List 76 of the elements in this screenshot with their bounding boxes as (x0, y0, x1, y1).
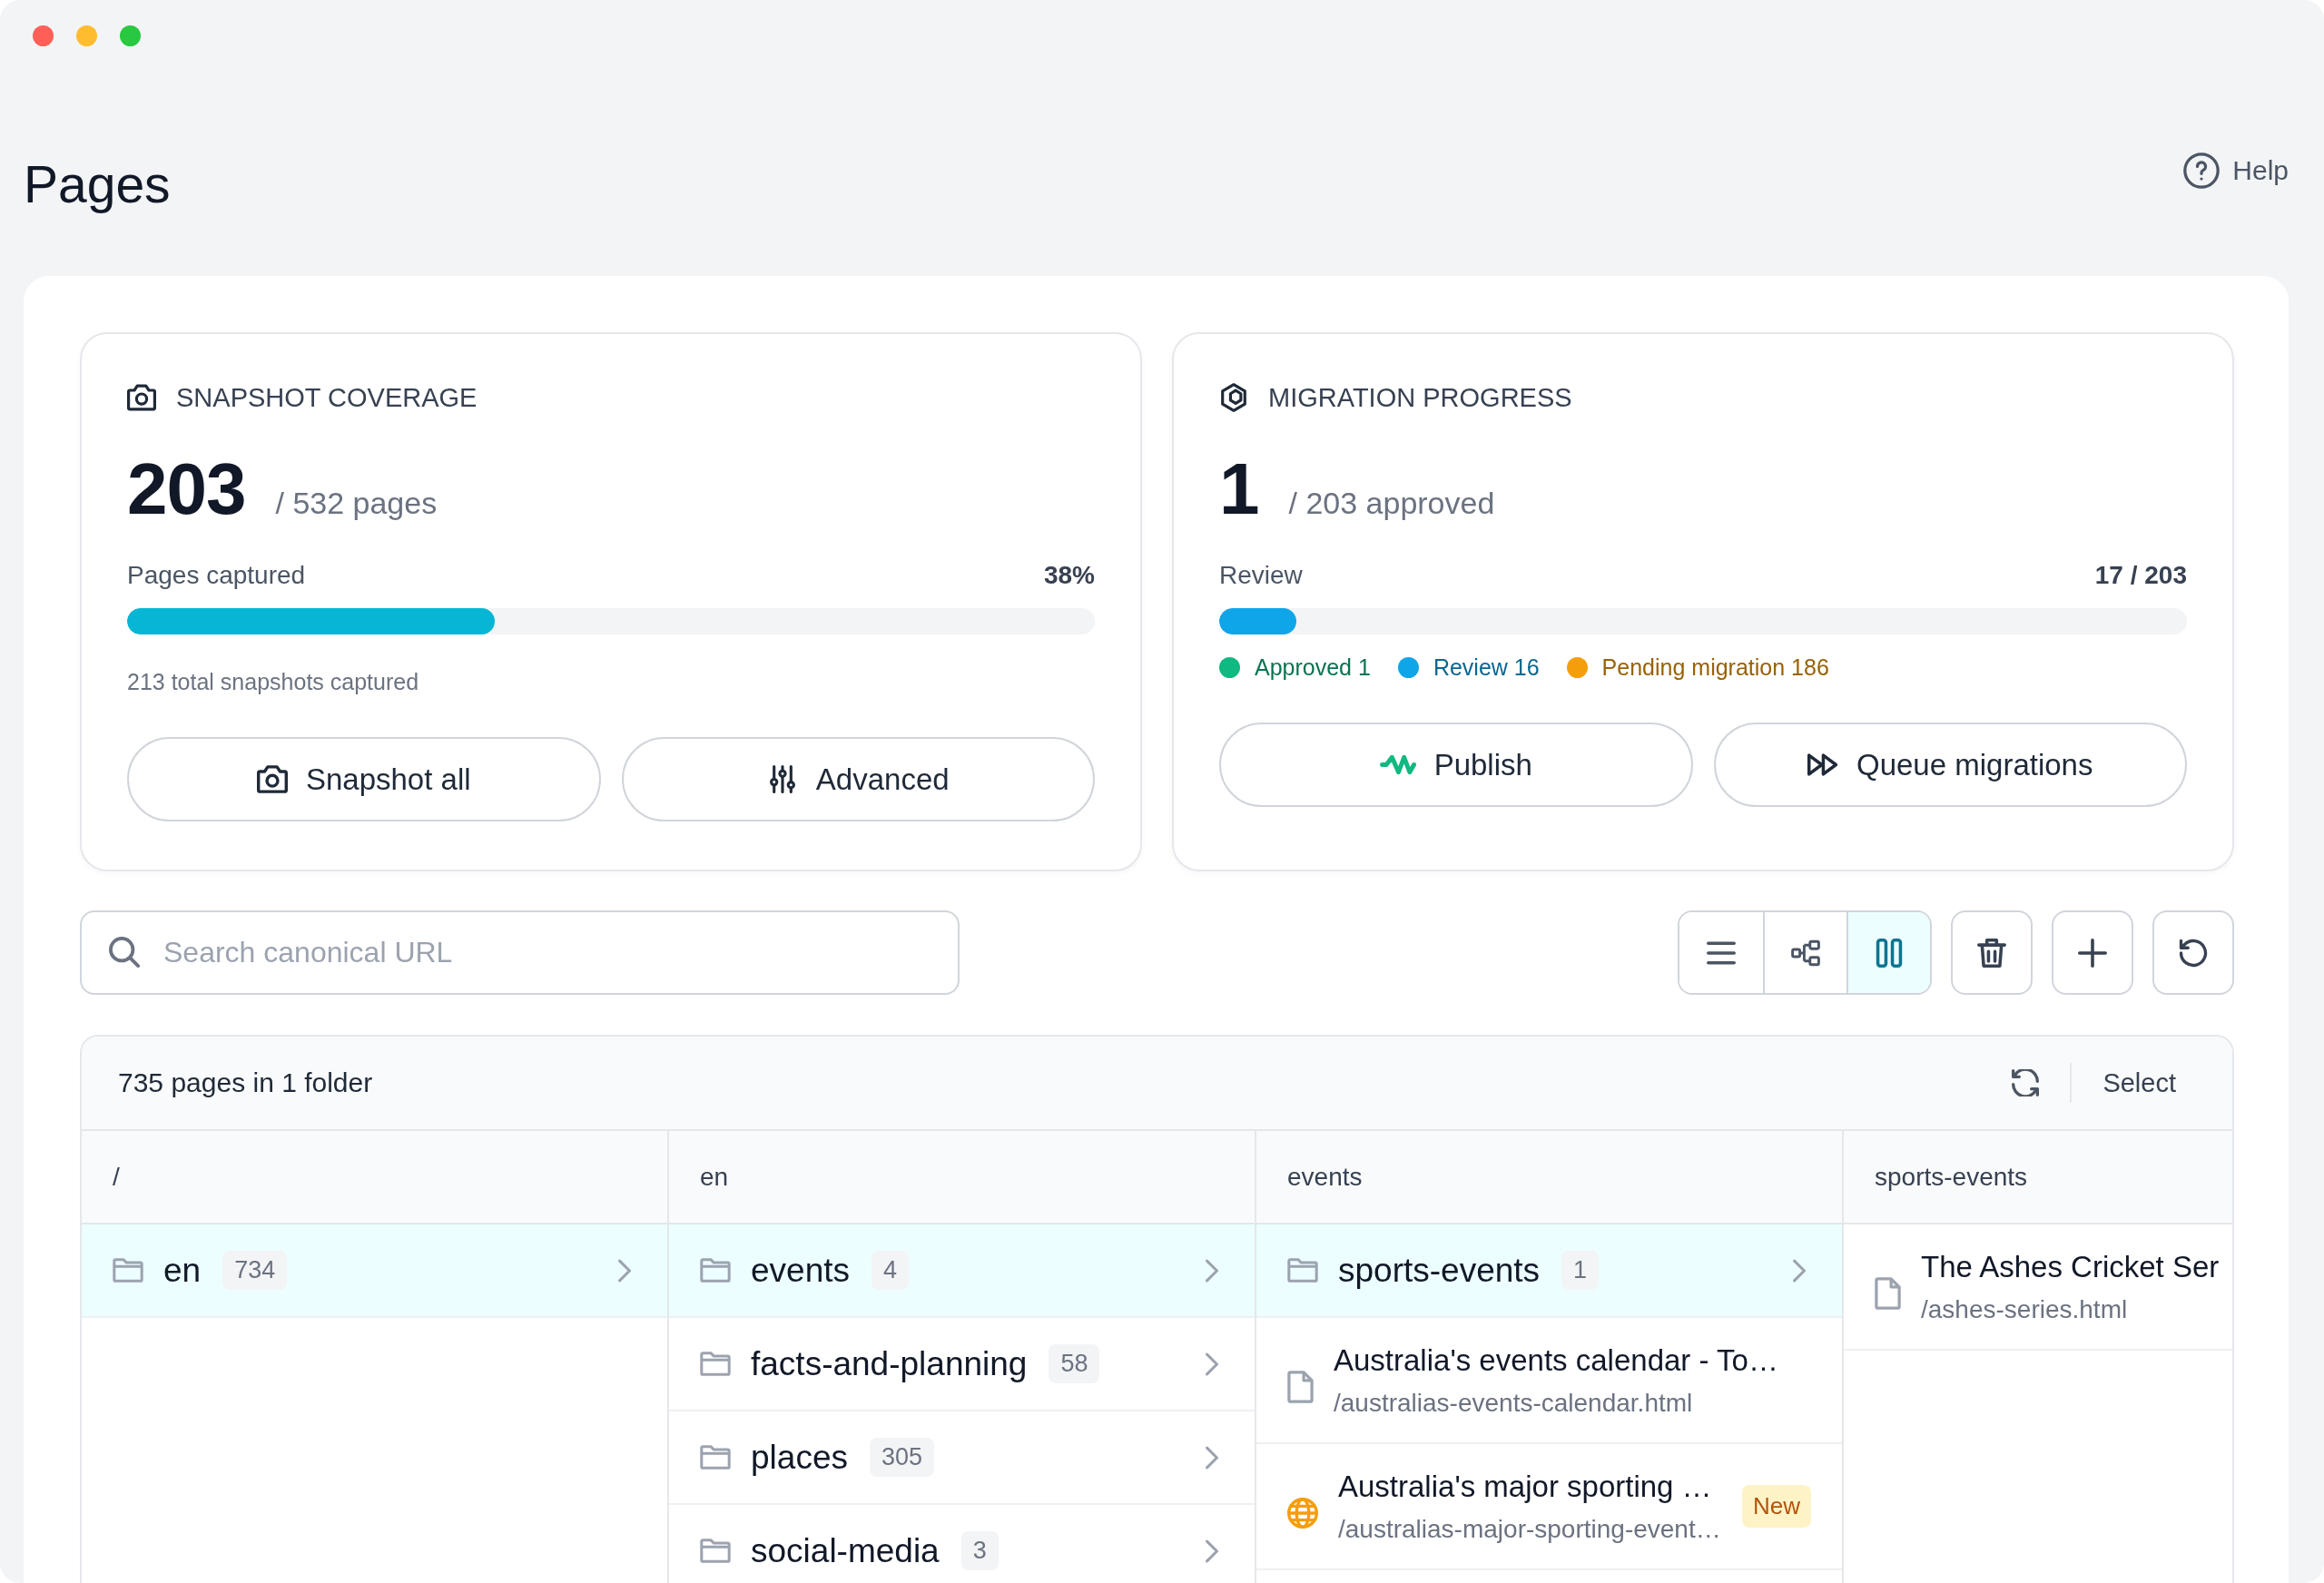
item-count: 4 (872, 1251, 910, 1290)
progress-label: Pages captured (127, 560, 306, 591)
page-row[interactable]: Australia's major sporting … /australias-major-sporting-event… New (1256, 1444, 1842, 1570)
page-title: Pages (24, 153, 171, 215)
page-row[interactable]: Australia's events calendar - To… /australias-events-calendar.html (1256, 1318, 1842, 1444)
column-header: en (669, 1131, 1255, 1224)
folder-icon (113, 1258, 143, 1283)
folder-icon (700, 1258, 731, 1283)
action-button[interactable]: Advanced (621, 737, 1095, 821)
plus-icon (2078, 938, 2107, 968)
action-button[interactable]: Snapshot all (127, 737, 601, 821)
document-icon (1287, 1370, 1314, 1403)
stat-value: 1 (1219, 448, 1259, 530)
column-header: sports-events (1844, 1131, 2232, 1224)
camera-icon (127, 383, 156, 412)
fast-forward-icon (1807, 751, 1838, 779)
wave-icon (1379, 754, 1416, 775)
camera-icon (256, 765, 288, 793)
folder-icon (1287, 1258, 1318, 1283)
page-row[interactable]: The Ashes Cricket Ser /ashes-series.html (1844, 1224, 2232, 1351)
select-button[interactable]: Select (2102, 1067, 2176, 1098)
new-badge: New (1742, 1485, 1811, 1528)
card-title: SNAPSHOT COVERAGE (176, 382, 478, 414)
view-toggle-button[interactable] (1846, 912, 1930, 993)
trash-icon (1977, 938, 2006, 968)
close-window-button[interactable] (33, 25, 54, 46)
folder-row[interactable]: events 4 (669, 1224, 1255, 1318)
folder-row[interactable]: sports-events 1 (1256, 1224, 1842, 1318)
item-count: 3 (960, 1531, 999, 1570)
legend-label: Approved 1 (1255, 654, 1371, 681)
undo-icon (2179, 938, 2208, 968)
action-button[interactable]: Queue migrations (1713, 723, 2187, 807)
progress-reading: 17 / 203 (2094, 560, 2187, 591)
reset-button[interactable] (2152, 910, 2234, 995)
column-header: / (82, 1131, 667, 1224)
folder-icon (700, 1539, 731, 1563)
hexagon-icon (1219, 383, 1248, 412)
page-count-summary: 735 pages in 1 folder (118, 1067, 373, 1098)
add-button[interactable] (2052, 910, 2133, 995)
columns-icon (1875, 938, 1904, 968)
chevron-right-icon (1206, 1352, 1218, 1376)
search-icon (109, 937, 140, 968)
snapshot-note: 213 total snapshots captured (127, 668, 420, 696)
item-count: 1 (1561, 1251, 1600, 1290)
stat-total: / 203 approved (1288, 486, 1495, 521)
globe-icon (1287, 1497, 1318, 1529)
help-icon (2183, 152, 2221, 189)
folder-row[interactable]: social-media 3 (669, 1505, 1255, 1583)
progress-reading: 38% (1043, 560, 1095, 591)
help-link[interactable]: Help (2183, 152, 2289, 189)
card-title: MIGRATION PROGRESS (1268, 382, 1572, 414)
stat-total: / 532 pages (275, 486, 438, 521)
item-count: 58 (1049, 1344, 1100, 1383)
delete-button[interactable] (1951, 910, 2033, 995)
legend-label: Pending migration 186 (1601, 654, 1829, 681)
column-header: events (1256, 1131, 1842, 1224)
stat-value: 203 (127, 448, 246, 530)
folder-icon (700, 1445, 731, 1470)
chevron-right-icon (1206, 1445, 1218, 1470)
chevron-right-icon (1206, 1539, 1218, 1563)
chevron-right-icon (1793, 1258, 1806, 1283)
legend-label: Review 16 (1433, 654, 1540, 681)
item-count: 305 (869, 1438, 934, 1477)
item-count: 734 (222, 1251, 288, 1290)
document-icon (1875, 1276, 1901, 1310)
tree-icon (1791, 938, 1820, 968)
refresh-icon[interactable] (2012, 1069, 2040, 1096)
folder-row[interactable]: facts-and-planning 58 (669, 1318, 1255, 1411)
progress-label: Review (1219, 560, 1303, 591)
chevron-right-icon (618, 1258, 631, 1283)
folder-icon (700, 1352, 731, 1376)
action-button[interactable]: Publish (1219, 723, 1693, 807)
search-field[interactable]: Search canonical URL (80, 910, 960, 995)
chevron-right-icon (1206, 1258, 1218, 1283)
folder-row[interactable]: en 734 (82, 1224, 667, 1318)
folder-row[interactable]: places 305 (669, 1411, 1255, 1505)
